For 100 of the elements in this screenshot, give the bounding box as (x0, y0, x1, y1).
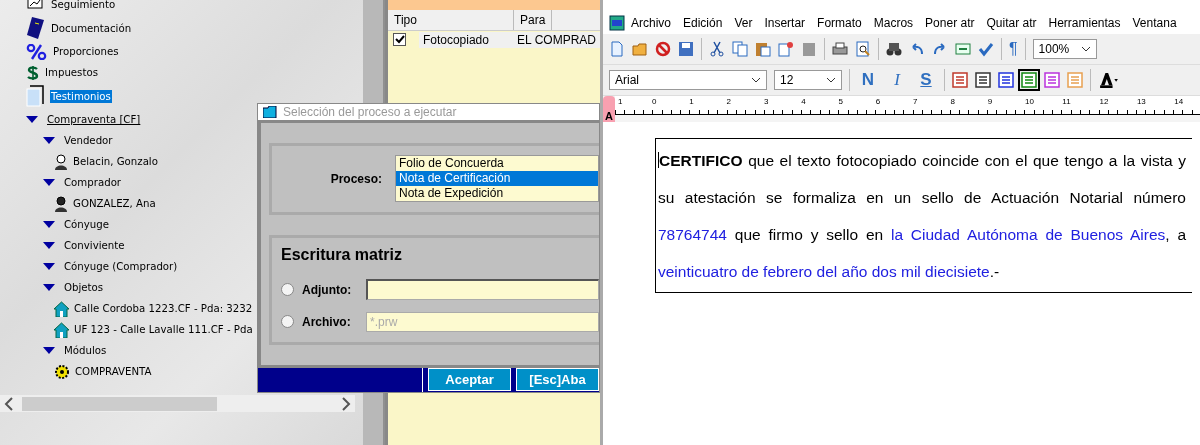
tree-item[interactable]: Proporciones (52, 45, 120, 58)
column-header[interactable]: Tipo (388, 10, 514, 30)
tree-item[interactable]: Vendedor (63, 134, 114, 147)
align-icon[interactable] (998, 72, 1014, 88)
align-icon[interactable] (1021, 72, 1037, 88)
undo-icon[interactable] (909, 41, 925, 57)
side-tab[interactable]: A (603, 96, 615, 122)
process-list[interactable]: Folio de Concuerda Nota de Certificación Nota de Expedición (395, 155, 599, 203)
list-item[interactable]: Nota de Certificación (396, 171, 598, 187)
tree-item[interactable]: Seguimiento (50, 0, 117, 11)
scroll-left-icon[interactable] (4, 396, 14, 411)
ruler-number: 6 (875, 97, 881, 106)
tree-item[interactable]: Cónyuge (63, 218, 111, 231)
format-button[interactable]: S (915, 70, 937, 90)
size-dropdown[interactable]: 12 (774, 70, 842, 90)
new-document-icon[interactable] (609, 41, 625, 57)
ruler-number: 13 (1136, 97, 1146, 106)
zoom-dropdown[interactable]: 100% (1032, 39, 1097, 59)
ruler-number: 4 (801, 97, 806, 106)
redo-icon[interactable] (932, 41, 948, 57)
field-label: Adjunto: (302, 282, 353, 297)
forbidden-icon[interactable] (655, 41, 671, 57)
menu-item[interactable]: Ver (728, 16, 759, 30)
align-icon[interactable] (975, 72, 991, 88)
input-field[interactable] (366, 279, 599, 301)
align-icon[interactable] (1044, 72, 1060, 88)
table-cell: EL COMPRAD (513, 31, 600, 48)
tree-item[interactable]: Impuestos (44, 66, 99, 79)
format-button[interactable]: I (886, 70, 908, 90)
list-item[interactable]: Nota de Expedición (396, 186, 598, 202)
expand-arrow-icon[interactable] (26, 115, 38, 124)
radio-button[interactable] (281, 283, 294, 297)
menu-item[interactable]: Insertar (758, 16, 812, 30)
chevron-down-icon (1080, 46, 1091, 52)
expand-arrow-icon[interactable] (43, 220, 55, 229)
percent-icon (26, 43, 48, 60)
format-button[interactable]: N (857, 70, 879, 90)
ruler-number: 10 (1025, 97, 1034, 106)
menu-item[interactable]: Poner atr (919, 16, 981, 30)
tree-item[interactable]: Objetos (63, 281, 105, 294)
horizontal-scrollbar[interactable] (0, 395, 355, 412)
radio-button[interactable] (281, 315, 294, 329)
tree-item[interactable]: Belacin, Gonzalo (72, 155, 159, 168)
menu-item[interactable]: Macros (867, 16, 920, 30)
expand-arrow-icon[interactable] (43, 346, 55, 355)
align-icon[interactable] (952, 72, 968, 88)
expand-arrow-icon[interactable] (43, 136, 55, 145)
open-folder-icon[interactable] (632, 41, 648, 57)
scroll-right-icon[interactable] (341, 396, 351, 411)
paste-icon[interactable] (755, 41, 771, 57)
ruler-number: 12 (1099, 97, 1109, 106)
ruler-number: 14 (1174, 97, 1184, 106)
gear-icon (54, 363, 70, 380)
tree-item[interactable]: Comprador (63, 176, 123, 189)
field-icon[interactable] (955, 41, 971, 57)
dialog-button[interactable]: Aceptar (428, 368, 511, 392)
field-label: Archivo: (302, 314, 352, 329)
tree-item[interactable]: Cónyuge (Comprador) (63, 260, 179, 273)
tree-item[interactable]: Módulos (63, 344, 108, 357)
menu-item[interactable]: Archivo (625, 16, 677, 30)
expand-arrow-icon[interactable] (43, 262, 55, 271)
paragraph-marks-button[interactable]: ¶ (1009, 40, 1018, 58)
tree-item[interactable]: COMPRAVENTA (74, 365, 153, 378)
binoculars-icon[interactable] (886, 41, 902, 57)
checkbox[interactable] (393, 32, 406, 46)
dialog-button[interactable]: [Esc]Aba (516, 368, 599, 392)
text-color-icon[interactable] (1098, 72, 1120, 88)
print-preview-icon[interactable] (855, 41, 871, 57)
menu-item[interactable]: Edición (677, 16, 729, 30)
document-icon[interactable] (609, 15, 625, 31)
ruler-number: 5 (838, 97, 843, 106)
print-icon[interactable] (832, 41, 848, 57)
menu-item[interactable]: Quitar atr (980, 16, 1043, 30)
tree-item[interactable]: Testimonios (50, 89, 112, 103)
copy-icon[interactable] (732, 41, 748, 57)
tree-item[interactable]: Calle Cordoba 1223.CF - Pda: 3232 (73, 302, 254, 315)
tree-item[interactable]: UF 123 - Calle Lavalle 111.CF - Pda (73, 323, 254, 336)
tree-item[interactable]: Documentación (50, 21, 133, 35)
tree-item[interactable]: GONZALEZ, Ana (72, 197, 157, 210)
chevron-down-icon (751, 77, 761, 83)
input-field[interactable]: *.prw (366, 311, 599, 332)
menu-item[interactable]: Herramientas (1042, 16, 1127, 30)
expand-arrow-icon[interactable] (43, 283, 55, 292)
tree-item[interactable]: Conviviente (63, 239, 126, 252)
list-item[interactable]: Folio de Concuerda (396, 156, 598, 172)
font-dropdown[interactable]: Arial (609, 70, 767, 90)
paste-special-icon[interactable] (778, 41, 794, 57)
ruler-number: 3 (763, 97, 769, 106)
menu-item[interactable]: Ventana (1126, 16, 1183, 30)
save-icon[interactable] (678, 41, 694, 57)
column-header[interactable]: Para (514, 10, 553, 30)
house-icon (54, 321, 69, 338)
cut-icon[interactable] (709, 41, 725, 57)
ruler-number: 0 (652, 97, 657, 106)
dialog-title: Selección del proceso a ejecutar (283, 104, 457, 119)
spellcheck-icon[interactable] (978, 41, 994, 57)
expand-arrow-icon[interactable] (43, 241, 55, 250)
menu-item[interactable]: Formato (811, 16, 868, 30)
tree-item[interactable]: Compraventa [CF] (46, 113, 142, 126)
expand-arrow-icon[interactable] (43, 178, 55, 187)
